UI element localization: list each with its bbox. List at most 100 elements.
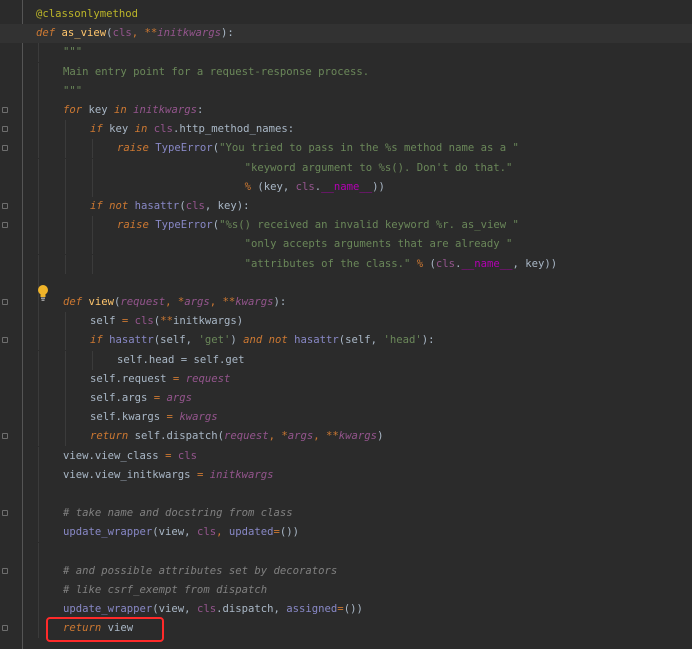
code-line[interactable]: for key in initkwargs: (0, 101, 692, 120)
code-token: in (134, 123, 154, 136)
code-line[interactable]: """ (0, 81, 692, 101)
code-token: kwargs (338, 430, 378, 443)
code-text: self.head = self.get (117, 351, 245, 370)
indent-guide (38, 235, 39, 255)
code-token: __name__ (321, 180, 373, 193)
code-line[interactable]: # take name and docstring from class (0, 504, 692, 524)
code-token: cls (134, 315, 154, 328)
lightbulb-icon[interactable] (37, 284, 49, 302)
code-token: args (287, 430, 314, 443)
indent-guide (38, 446, 39, 466)
code-token: .dispatch, (216, 603, 287, 616)
code-line[interactable]: raise TypeError("You tried to pass in th… (0, 139, 692, 159)
code-line[interactable] (0, 542, 692, 562)
code-token: Main entry point for a request-response … (63, 65, 370, 78)
code-token: "attributes of the class." (244, 257, 411, 270)
code-token: ): (221, 27, 234, 40)
code-line[interactable]: update_wrapper(view, cls, updated=()) (0, 523, 692, 543)
code-token: for (63, 104, 89, 116)
code-token: self.request (90, 372, 173, 385)
indent-guide (38, 350, 39, 370)
code-text: self.args = args (90, 389, 192, 408)
code-token: , * (268, 430, 288, 443)
indent-guide (38, 504, 39, 524)
code-line[interactable]: Main entry point for a request-response … (0, 62, 692, 82)
code-token: "only accepts arguments that are already… (244, 238, 513, 251)
code-token: cls (196, 603, 217, 616)
indent-guide (65, 235, 66, 255)
code-token: as_view (61, 27, 107, 40)
code-token: cls (185, 200, 205, 212)
code-token: view.view_class (63, 449, 166, 462)
code-token: , ** (313, 430, 339, 443)
code-line[interactable]: self = cls(**initkwargs) (0, 312, 692, 332)
indent-guide (38, 465, 39, 485)
code-line[interactable]: view.view_class = cls (0, 446, 692, 466)
code-line[interactable] (0, 273, 692, 293)
code-line[interactable]: """ (0, 43, 692, 63)
code-text: return self.dispatch(request, *args, **k… (90, 427, 383, 446)
code-token: args (184, 296, 210, 308)
indent-guide (38, 43, 39, 63)
code-line[interactable]: self.kwargs = kwargs (0, 408, 692, 428)
code-text: "keyword argument to %s(). Don't do that… (117, 159, 513, 178)
indent-guide (38, 389, 39, 408)
indent-guide (38, 216, 39, 236)
code-line[interactable]: "only accepts arguments that are already… (0, 235, 692, 255)
code-text: # like csrf_exempt from dispatch (63, 581, 267, 600)
indent-guide (38, 120, 39, 140)
code-line[interactable]: raise TypeError("%s() received an invali… (0, 216, 692, 236)
code-token: ) (230, 334, 244, 347)
indent-guide (38, 331, 39, 351)
code-line[interactable]: self.request = request (0, 369, 692, 389)
code-line[interactable]: return self.dispatch(request, *args, **k… (0, 427, 692, 447)
code-token: ** (160, 315, 173, 328)
code-token: ): (273, 296, 287, 308)
code-token: cls (153, 123, 173, 136)
code-line[interactable]: # and possible attributes set by decorat… (0, 561, 692, 581)
code-line[interactable]: @classonlymethod (0, 5, 692, 24)
indent-guide (38, 581, 39, 600)
code-line[interactable]: if key in cls.http_method_names: (0, 120, 692, 140)
code-token: (view, (152, 526, 197, 539)
code-line[interactable]: self.head = self.get (0, 350, 692, 370)
code-token: def (63, 296, 89, 308)
code-editor[interactable]: @classonlymethod def as_view(cls, **initk… (0, 0, 692, 649)
code-line[interactable]: # like csrf_exempt from dispatch (0, 581, 692, 600)
code-token: cls (295, 180, 315, 193)
code-line[interactable]: if hasattr(self, 'get') and not hasattr(… (0, 331, 692, 351)
code-line[interactable]: def view(request, *args, **kwargs): (0, 293, 692, 312)
code-token: ** (144, 27, 158, 40)
code-token: kwargs (179, 411, 218, 424)
code-line[interactable]: "keyword argument to %s(). Don't do that… (0, 158, 692, 178)
code-line[interactable]: "attributes of the class." % (cls.__name… (0, 254, 692, 274)
code-token: = (196, 468, 210, 481)
code-token: self.dispatch( (134, 430, 224, 443)
code-token: = (166, 411, 180, 424)
code-token: (key, (257, 180, 296, 193)
code-token: hasattr (134, 200, 180, 212)
code-line[interactable]: def as_view(cls, **initkwargs): (0, 24, 692, 44)
code-text: if key in cls.http_method_names: (90, 120, 294, 139)
code-line[interactable] (0, 485, 692, 504)
code-token: , * (165, 296, 185, 308)
code-line[interactable]: if not hasattr(cls, key): (0, 197, 692, 216)
indent-guide (65, 120, 66, 140)
indent-guide (38, 158, 39, 178)
code-text: Main entry point for a request-response … (63, 63, 369, 82)
code-token: __name__ (461, 257, 513, 270)
code-token: cls (196, 526, 217, 539)
code-token: % (410, 257, 430, 270)
indent-guide (38, 62, 39, 82)
code-token: = (172, 372, 186, 385)
code-text: self.request = request (90, 370, 230, 389)
code-line[interactable]: % (key, cls.__name__)) (0, 177, 692, 197)
code-line[interactable]: self.args = args (0, 389, 692, 408)
code-text: # and possible attributes set by decorat… (63, 562, 337, 581)
code-token: : (196, 104, 204, 116)
code-token: self (90, 315, 116, 328)
indent-guide (38, 369, 39, 389)
code-text: if not hasattr(cls, key): (90, 197, 250, 216)
code-line[interactable]: view.view_initkwargs = initkwargs (0, 465, 692, 485)
